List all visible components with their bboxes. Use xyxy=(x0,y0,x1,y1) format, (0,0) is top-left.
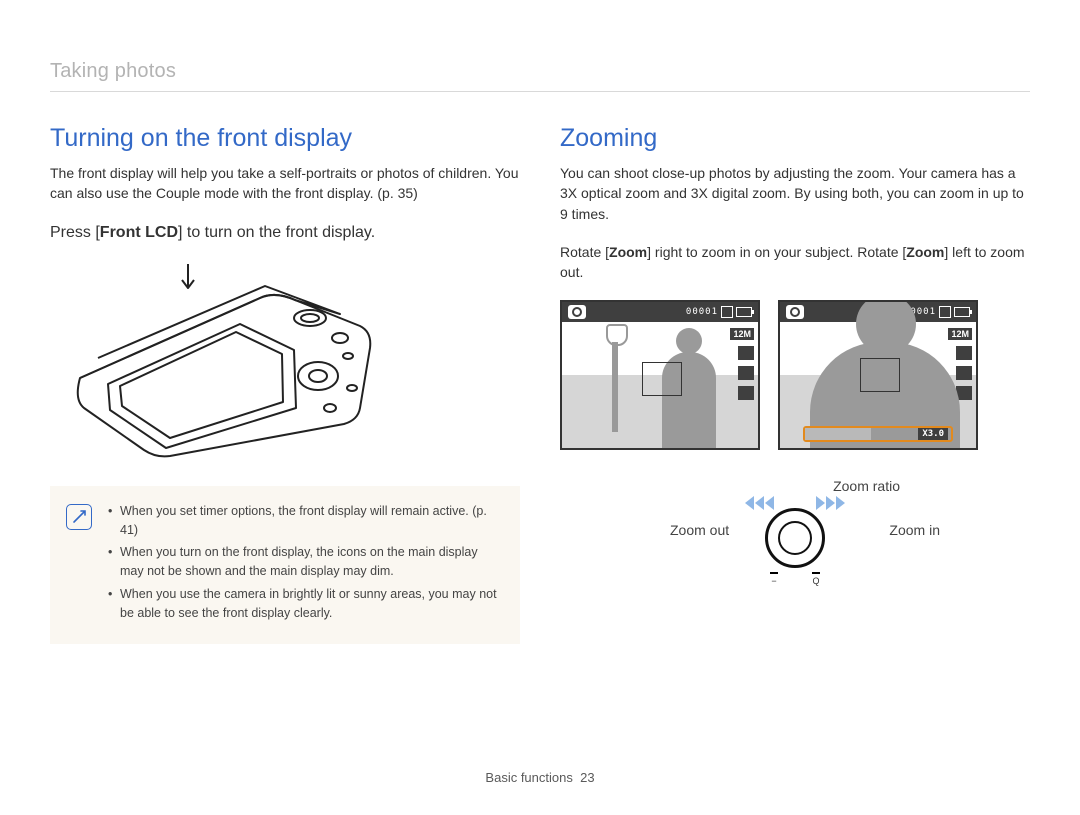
front-display-intro: The front display will help you take a s… xyxy=(50,163,520,204)
manual-page: Taking photos Turning on the front displ… xyxy=(0,0,1080,815)
zoom-out-label: Zoom out xyxy=(670,522,729,538)
heading-front-display: Turning on the front display xyxy=(50,124,520,153)
arrow-left-icon xyxy=(745,496,774,510)
flash-icon xyxy=(738,366,754,380)
zoom-value: X3.0 xyxy=(918,428,948,440)
zoom-in-label: Zoom in xyxy=(889,522,940,538)
lamp-post xyxy=(612,342,618,432)
right-column: Zooming You can shoot close-up photos by… xyxy=(560,124,1030,644)
zoom-ratio-label: Zoom ratio xyxy=(833,478,900,494)
content-columns: Turning on the front display The front d… xyxy=(50,124,1030,644)
left-column: Turning on the front display The front d… xyxy=(50,124,520,644)
front-lcd-instruction: Press [Front LCD] to turn on the front d… xyxy=(50,222,520,244)
battery-icon xyxy=(736,307,752,317)
resolution-icon: 12M xyxy=(730,328,754,340)
zoom-out-icon: − xyxy=(768,572,780,586)
zoom-dial-icon xyxy=(765,508,825,568)
instr-pre: Press [ xyxy=(50,224,100,241)
note-item: When you set timer options, the front di… xyxy=(108,502,502,540)
breadcrumb: Taking photos xyxy=(50,60,1030,92)
mode-icon xyxy=(738,386,754,400)
zoom-fill xyxy=(805,428,871,440)
note-icon xyxy=(66,504,92,530)
focus-box xyxy=(642,362,682,396)
zoom-instruction: Rotate [Zoom] right to zoom in on your s… xyxy=(560,242,1030,283)
note-list: When you set timer options, the front di… xyxy=(108,502,502,627)
footer-page-number: 23 xyxy=(580,770,594,785)
zi-pre: Rotate [ xyxy=(560,244,609,260)
card-icon xyxy=(939,306,951,318)
focus-box xyxy=(860,358,900,392)
flash-icon xyxy=(956,366,972,380)
shot-counter: 00001 xyxy=(686,307,718,317)
zi-mid: ] right to zoom in on your subject. Rota… xyxy=(647,244,906,260)
footer-section: Basic functions xyxy=(485,770,572,785)
quality-icon xyxy=(956,346,972,360)
side-icons: 12M xyxy=(730,328,754,400)
note-item: When you turn on the front display, the … xyxy=(108,543,502,581)
zoom-bar: X3.0 xyxy=(803,426,953,442)
zoom-in-icon: Q xyxy=(810,572,822,586)
page-footer: Basic functions 23 xyxy=(0,770,1080,785)
battery-icon xyxy=(954,307,970,317)
preview-tele: 00001 12M xyxy=(778,300,978,450)
zoom-dial-area: Zoom ratio Zoom out Zoom in − Q xyxy=(560,462,1030,582)
quality-icon xyxy=(738,346,754,360)
zi-b2: Zoom xyxy=(906,244,944,260)
dial-labels: Zoom out Zoom in xyxy=(560,522,1030,538)
camera-mode-icon xyxy=(568,305,586,319)
note-item: When you use the camera in brightly lit … xyxy=(108,585,502,623)
card-icon xyxy=(721,306,733,318)
camera-mode-icon xyxy=(786,305,804,319)
zi-b1: Zoom xyxy=(609,244,647,260)
topbar-right: 00001 xyxy=(686,306,752,318)
resolution-icon: 12M xyxy=(948,328,972,340)
arrow-right-icon xyxy=(816,496,845,510)
instr-post: ] to turn on the front display. xyxy=(178,224,375,241)
zooming-intro: You can shoot close-up photos by adjusti… xyxy=(560,163,1030,224)
dial-marks: − Q xyxy=(768,572,822,584)
preview-wide: 00001 12M xyxy=(560,300,760,450)
instr-bold: Front LCD xyxy=(100,224,178,241)
zoom-previews: 00001 12M xyxy=(560,300,1030,450)
camera-illustration xyxy=(60,258,380,458)
preview-topbar: 00001 xyxy=(562,302,758,322)
heading-zooming: Zooming xyxy=(560,124,1030,153)
note-box: When you set timer options, the front di… xyxy=(50,486,520,645)
